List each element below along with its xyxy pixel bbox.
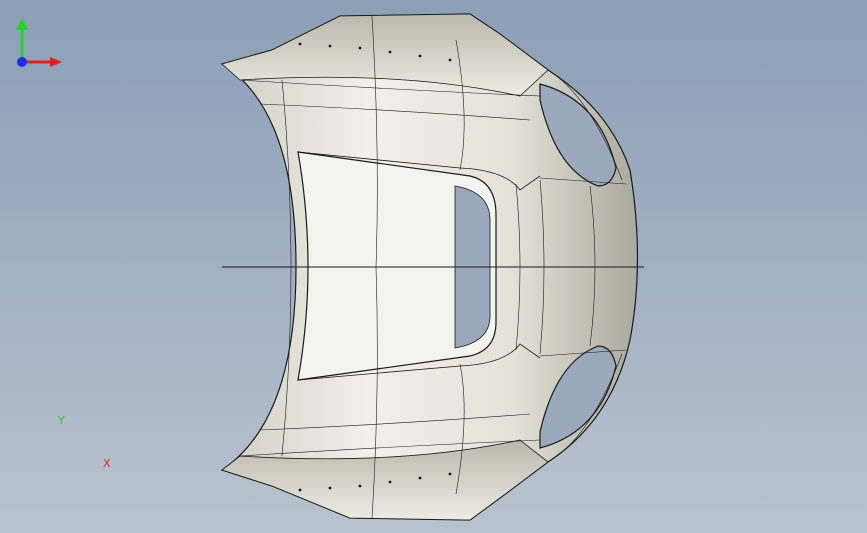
z-axis-dot <box>17 57 27 67</box>
x-axis-label: X <box>103 457 111 470</box>
y-axis-label: Y <box>58 414 65 427</box>
coordinate-triad <box>16 18 62 67</box>
cad-viewport[interactable]: Y X <box>0 0 867 533</box>
hood-model[interactable] <box>0 0 867 533</box>
